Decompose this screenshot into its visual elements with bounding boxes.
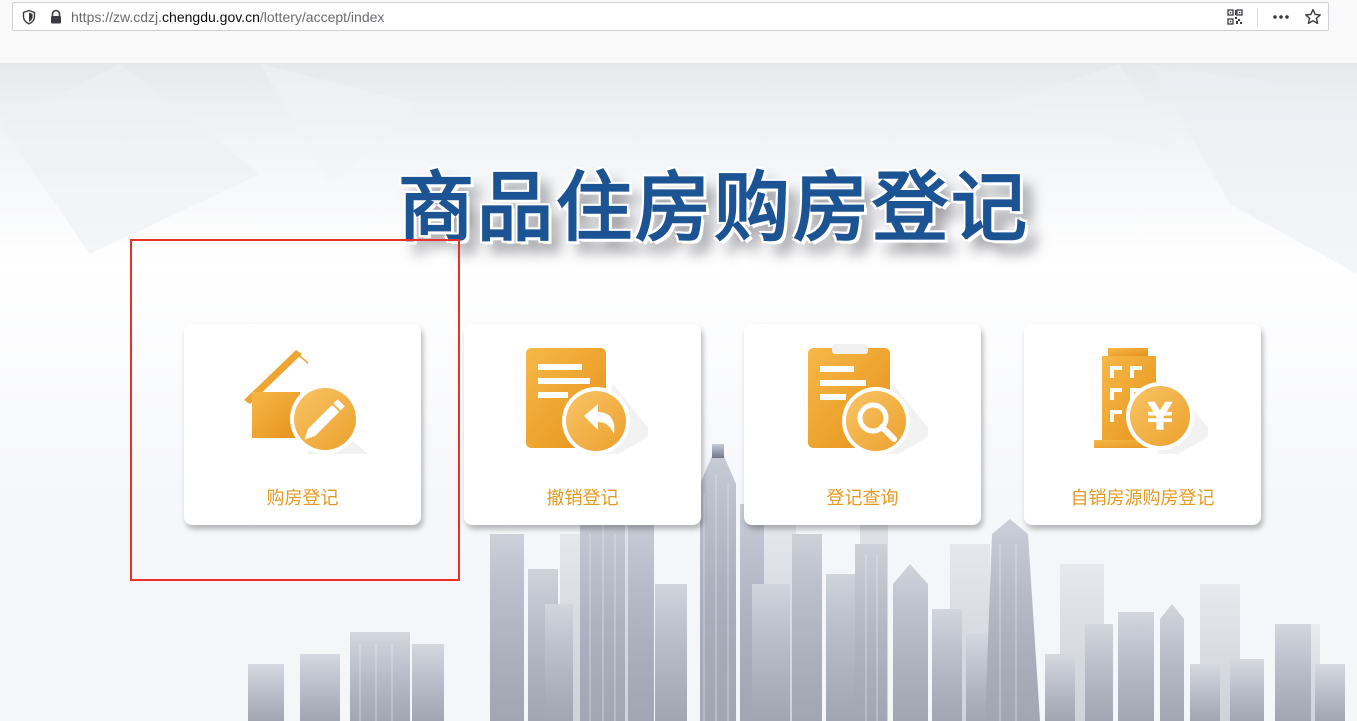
toolbar-separator	[1257, 7, 1258, 26]
document-undo-icon	[518, 344, 653, 455]
card-purchase-registration[interactable]: 购房登记	[184, 324, 421, 525]
shield-icon[interactable]	[21, 9, 37, 25]
card-label: 购房登记	[266, 488, 339, 509]
lock-icon[interactable]	[49, 9, 63, 25]
page-content: 商品住房购房登记 购房登记 撤销登记 登记查询 ¥ 自销房源购房登记	[0, 64, 1357, 721]
more-actions-icon[interactable]	[1272, 9, 1290, 25]
card-registration-query[interactable]: 登记查询	[744, 324, 981, 525]
building-yuan-icon: ¥	[1078, 344, 1213, 454]
url-prefix: https://zw.cdzj.	[71, 8, 163, 25]
card-cancel-registration[interactable]: 撤销登记	[464, 324, 701, 525]
document-search-icon	[798, 344, 933, 455]
house-edit-icon	[238, 344, 368, 454]
url-host: chengdu.gov.cn	[162, 8, 260, 25]
card-label: 自销房源购房登记	[1070, 488, 1215, 509]
card-self-sale-registration[interactable]: ¥ 自销房源购房登记	[1024, 324, 1261, 525]
card-label: 登记查询	[826, 488, 899, 509]
svg-text:¥: ¥	[1146, 395, 1172, 439]
page-title: 商品住房购房登记	[398, 163, 1030, 252]
address-bar[interactable]: https://zw.cdzj.chengdu.gov.cn/lottery/a…	[12, 2, 1329, 31]
bookmark-star-icon[interactable]	[1304, 8, 1322, 26]
url-text[interactable]: https://zw.cdzj.chengdu.gov.cn/lottery/a…	[71, 9, 384, 25]
browser-toolbar: https://zw.cdzj.chengdu.gov.cn/lottery/a…	[0, 0, 1357, 64]
url-path: /lottery/accept/index	[259, 8, 385, 25]
qr-code-icon[interactable]	[1227, 8, 1243, 25]
card-label: 撤销登记	[546, 488, 619, 509]
